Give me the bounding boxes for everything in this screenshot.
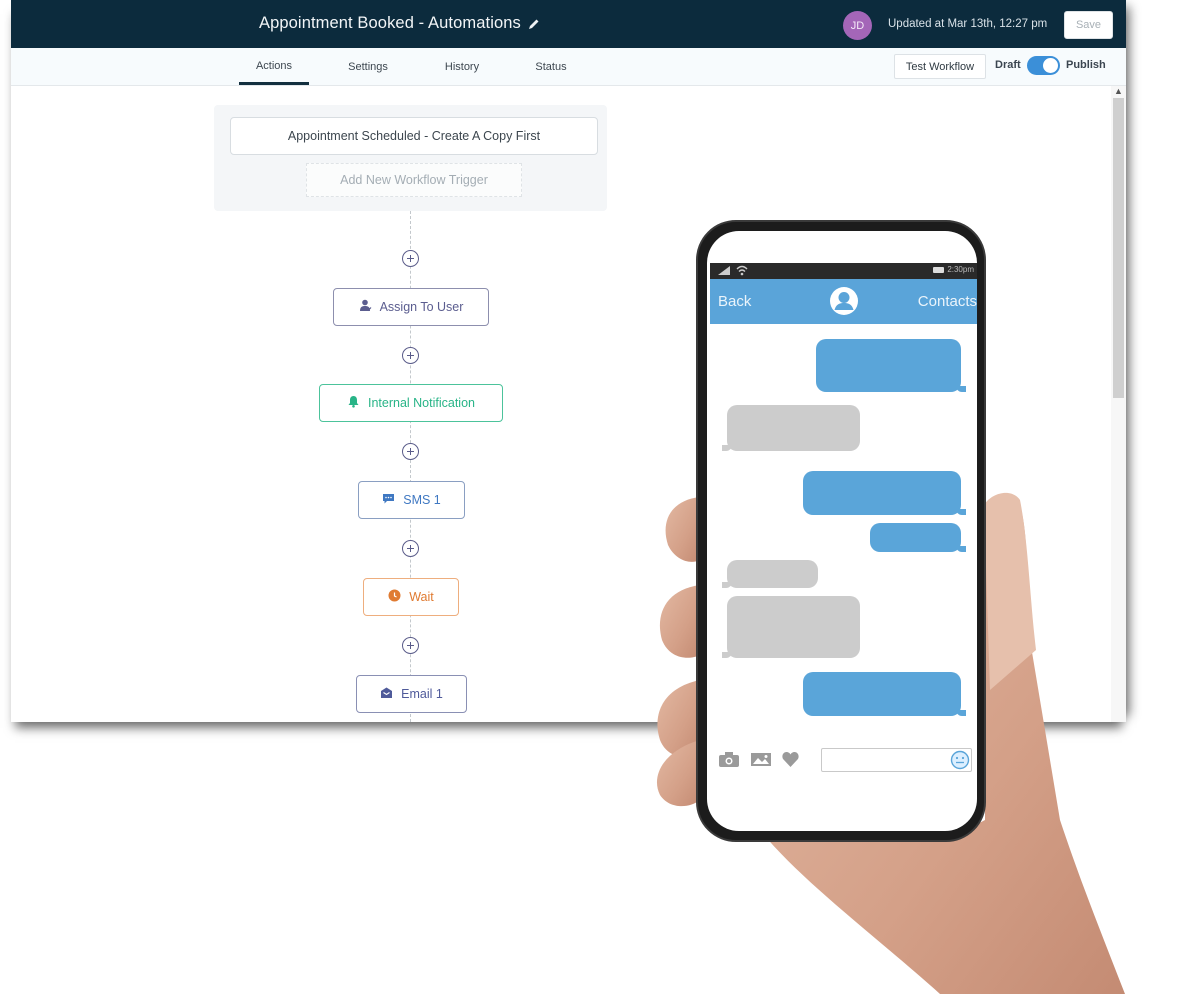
add-action-plus-icon[interactable]: [402, 250, 419, 267]
action-wait[interactable]: Wait: [363, 578, 459, 616]
add-action-plus-icon[interactable]: [402, 540, 419, 557]
add-action-plus-icon[interactable]: [402, 637, 419, 654]
signal-icon: [718, 266, 730, 275]
camera-icon[interactable]: [719, 752, 739, 767]
action-label: Assign To User: [379, 300, 464, 314]
trigger-panel: Appointment Scheduled - Create A Copy Fi…: [214, 105, 607, 211]
action-label: SMS 1: [403, 493, 441, 507]
vertical-scrollbar[interactable]: ▲: [1111, 86, 1126, 722]
user-avatar[interactable]: JD: [843, 11, 872, 40]
last-updated-text: Updated at Mar 13th, 12:27 pm: [888, 18, 1048, 30]
chat-nav-bar: Back Contacts: [710, 279, 977, 324]
tab-bar: Actions Settings History Status Test Wor…: [11, 48, 1126, 86]
add-action-plus-icon[interactable]: [402, 347, 419, 364]
clock-icon: [388, 589, 401, 605]
phone-mockup: 2:30pm Back Contacts: [696, 220, 986, 842]
assign-user-icon: [359, 299, 372, 315]
scroll-thumb[interactable]: [1113, 98, 1124, 398]
back-button[interactable]: Back: [718, 293, 751, 310]
message-bubble-incoming: [722, 560, 818, 588]
action-sms-1[interactable]: SMS 1: [358, 481, 465, 519]
envelope-icon: [380, 686, 393, 702]
phone-screen: 2:30pm Back Contacts: [707, 231, 977, 831]
top-header-bar: Appointment Booked - Automations JD Upda…: [11, 0, 1126, 48]
add-trigger-button[interactable]: Add New Workflow Trigger: [306, 163, 522, 197]
tab-history[interactable]: History: [427, 48, 497, 85]
message-bubble-outgoing: [803, 672, 966, 716]
wifi-icon: [736, 265, 748, 276]
heart-icon[interactable]: [782, 752, 799, 767]
phone-time: 2:30pm: [947, 265, 974, 274]
action-internal-notification[interactable]: Internal Notification: [319, 384, 503, 422]
add-action-plus-icon[interactable]: [402, 443, 419, 460]
tab-actions[interactable]: Actions: [239, 48, 309, 85]
scroll-up-arrow-icon[interactable]: ▲: [1113, 86, 1124, 98]
contacts-button[interactable]: Contacts: [918, 293, 977, 310]
message-bubble-outgoing: [870, 523, 966, 552]
trigger-item[interactable]: Appointment Scheduled - Create A Copy Fi…: [230, 117, 598, 155]
pencil-edit-icon[interactable]: [527, 17, 541, 31]
toggle-knob: [1043, 58, 1058, 73]
chat-bubble-icon: [382, 492, 395, 508]
action-email-1[interactable]: Email 1: [356, 675, 467, 713]
contact-avatar-icon[interactable]: [829, 286, 859, 316]
message-bubble-outgoing: [803, 471, 966, 515]
message-bubble-incoming: [722, 405, 860, 451]
message-bubble-outgoing: [816, 339, 966, 392]
publish-label: Publish: [1066, 59, 1106, 71]
draft-label: Draft: [995, 59, 1021, 71]
action-label: Internal Notification: [367, 396, 475, 410]
emoji-icon[interactable]: [950, 750, 970, 770]
workflow-title: Appointment Booked - Automations: [259, 14, 521, 32]
save-button[interactable]: Save: [1064, 11, 1113, 39]
bell-icon: [347, 395, 360, 411]
test-workflow-button[interactable]: Test Workflow: [894, 54, 986, 79]
action-label: Wait: [409, 590, 434, 604]
message-bubble-incoming: [722, 596, 860, 658]
tab-status[interactable]: Status: [516, 48, 586, 85]
draft-publish-toggle[interactable]: [1027, 56, 1060, 75]
action-label: Email 1: [401, 687, 443, 701]
phone-status-bar: 2:30pm: [710, 263, 977, 279]
tab-settings[interactable]: Settings: [333, 48, 403, 85]
battery-icon: [933, 266, 945, 273]
image-icon[interactable]: [751, 752, 771, 767]
action-assign-to-user[interactable]: Assign To User: [333, 288, 489, 326]
